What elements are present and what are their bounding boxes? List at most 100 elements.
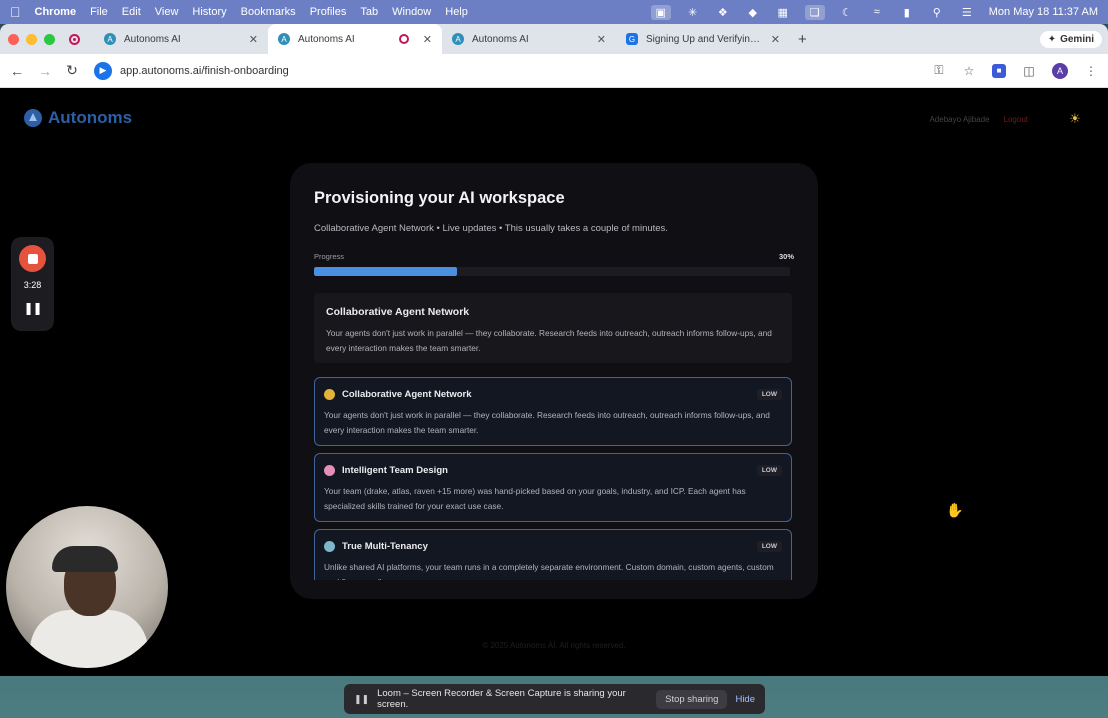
puzzle-extensions-icon[interactable]: ◫ bbox=[1022, 64, 1036, 78]
progress-bar-fill bbox=[314, 267, 457, 276]
tab-title: Autonoms AI bbox=[124, 33, 181, 45]
gemini-spark-icon: ✦ bbox=[1047, 33, 1057, 45]
window-switch-icon[interactable]: ❏ bbox=[804, 4, 825, 20]
forward-arrow-icon[interactable]: → bbox=[38, 63, 52, 79]
current-step-body: Your agents don't just work in parallel … bbox=[326, 328, 772, 353]
sparkle-icon[interactable]: ✳ bbox=[685, 6, 701, 19]
tab-autonoms-3[interactable]: A Autonoms AI ✕ bbox=[442, 24, 616, 54]
priority-badge: LOW bbox=[756, 541, 782, 552]
feature-title: Intelligent Team Design bbox=[342, 465, 448, 476]
feature-list[interactable]: Collaborative Agent Network LOW Your age… bbox=[314, 377, 792, 580]
recording-tab-icon[interactable] bbox=[69, 33, 80, 45]
menu-file[interactable]: File bbox=[90, 6, 108, 18]
shield-icon[interactable]: ◆ bbox=[745, 6, 761, 19]
back-arrow-icon[interactable]: ← bbox=[10, 63, 24, 79]
menu-edit[interactable]: Edit bbox=[122, 6, 141, 18]
logout-link[interactable]: Logout bbox=[1004, 115, 1028, 124]
reload-icon[interactable]: ↻ bbox=[66, 62, 78, 79]
slack-icon[interactable]: ❖ bbox=[715, 6, 731, 19]
site-info-icon[interactable]: ▶ bbox=[94, 61, 112, 80]
hand-cursor-icon: ✋ bbox=[946, 502, 964, 518]
zoom-window-button[interactable] bbox=[44, 33, 55, 45]
profile-avatar[interactable]: A bbox=[1052, 62, 1068, 79]
menu-help[interactable]: Help bbox=[445, 6, 468, 18]
progress-header: Progress 30% bbox=[314, 252, 794, 261]
battery-icon[interactable]: ▮ bbox=[899, 6, 915, 19]
progress-label: Progress bbox=[314, 252, 345, 261]
menu-clock[interactable]: Mon May 18 11:37 AM bbox=[989, 6, 1098, 18]
sun-theme-toggle-icon[interactable]: ☀ bbox=[1066, 110, 1084, 128]
brand[interactable]: Autonoms bbox=[24, 108, 132, 128]
feature-card: Intelligent Team Design LOW Your team (d… bbox=[314, 453, 792, 522]
grid-icon[interactable]: ▦ bbox=[775, 6, 791, 19]
menu-history[interactable]: History bbox=[192, 6, 226, 18]
close-icon[interactable]: ✕ bbox=[423, 33, 432, 46]
menu-profiles[interactable]: Profiles bbox=[310, 6, 347, 18]
close-icon[interactable]: ✕ bbox=[771, 33, 780, 46]
webcam-person-cap bbox=[52, 546, 118, 572]
page-footer: © 2025 Autonoms AI. All rights reserved. bbox=[482, 641, 626, 650]
feature-description: Your agents don't just work in parallel … bbox=[324, 410, 770, 435]
page-subtitle: Collaborative Agent Network • Live updat… bbox=[314, 223, 668, 234]
close-icon[interactable]: ✕ bbox=[249, 33, 258, 46]
menu-view[interactable]: View bbox=[155, 6, 179, 18]
document-favicon-icon: G bbox=[626, 33, 638, 45]
close-icon[interactable]: ✕ bbox=[597, 33, 606, 46]
user-name: Adebayo Ajibade bbox=[929, 115, 990, 124]
feature-description: Your team (drake, atlas, raven +15 more)… bbox=[324, 486, 746, 511]
webcam-person-body bbox=[30, 610, 148, 668]
autonoms-favicon-icon: A bbox=[452, 33, 464, 45]
tab-strip: A Autonoms AI ✕ A Autonoms AI ✕ A Autono… bbox=[0, 24, 1108, 54]
gemini-button[interactable]: ✦ Gemini bbox=[1039, 30, 1102, 48]
autonoms-logo-icon bbox=[24, 109, 42, 127]
recording-indicator-icon bbox=[398, 34, 409, 44]
menu-window[interactable]: Window bbox=[392, 6, 431, 18]
menu-bookmarks[interactable]: Bookmarks bbox=[241, 6, 296, 18]
kebab-menu-icon[interactable]: ⋮ bbox=[1084, 64, 1098, 78]
tab-title: Autonoms AI bbox=[298, 33, 355, 45]
screen-share-bar: ❚❚ Loom – Screen Recorder & Screen Captu… bbox=[344, 684, 765, 714]
window-controls bbox=[8, 33, 55, 45]
feature-title: Collaborative Agent Network bbox=[342, 389, 472, 400]
apple-icon[interactable]:  bbox=[10, 5, 21, 19]
hide-share-bar-button[interactable]: Hide bbox=[735, 694, 755, 705]
provisioning-card: Provisioning your AI workspace Collabora… bbox=[290, 163, 818, 599]
progress-bar bbox=[314, 267, 790, 276]
progress-percent: 30% bbox=[778, 252, 794, 261]
tab-autonoms-2[interactable]: A Autonoms AI ✕ bbox=[268, 24, 442, 54]
recording-timer: 3:28 bbox=[23, 280, 42, 290]
tab-title: Signing Up and Verifying Yo... bbox=[646, 33, 763, 45]
stop-recording-button[interactable] bbox=[19, 245, 46, 272]
wifi-icon[interactable]: ≈ bbox=[869, 6, 885, 18]
current-step-title: Collaborative Agent Network bbox=[326, 306, 470, 318]
menu-app-name[interactable]: Chrome bbox=[35, 6, 77, 18]
screen-record-icon[interactable]: ▣ bbox=[650, 4, 671, 20]
tab-autonoms-1[interactable]: A Autonoms AI ✕ bbox=[94, 24, 268, 54]
brain-icon bbox=[324, 465, 335, 476]
new-tab-icon[interactable]: + bbox=[798, 31, 807, 48]
priority-badge: LOW bbox=[756, 389, 782, 400]
autonoms-favicon-icon: A bbox=[104, 33, 116, 45]
control-center-icon[interactable]: ☰ bbox=[959, 6, 975, 19]
feature-card: Collaborative Agent Network LOW Your age… bbox=[314, 377, 792, 446]
password-key-icon[interactable]: ⚿ bbox=[932, 63, 946, 78]
bookmark-star-icon[interactable]: ☆ bbox=[962, 64, 976, 78]
priority-badge: LOW bbox=[756, 465, 782, 476]
pause-icon[interactable]: ❚❚ bbox=[23, 301, 42, 315]
webcam-bubble[interactable] bbox=[6, 506, 168, 668]
browser-toolbar: ← → ↻ ▶ app.autonoms.ai/finish-onboardin… bbox=[0, 54, 1108, 88]
tab-signing-up[interactable]: G Signing Up and Verifying Yo... ✕ bbox=[616, 24, 790, 54]
page-title: Provisioning your AI workspace bbox=[314, 189, 565, 207]
menu-tab[interactable]: Tab bbox=[360, 6, 378, 18]
close-window-button[interactable] bbox=[8, 33, 19, 45]
moon-icon[interactable]: ☾ bbox=[839, 6, 855, 19]
globe-icon bbox=[324, 541, 335, 552]
url-text[interactable]: app.autonoms.ai/finish-onboarding bbox=[120, 65, 289, 77]
minimize-window-button[interactable] bbox=[26, 33, 37, 45]
extension-icon[interactable]: ■ bbox=[992, 63, 1006, 78]
feature-card: True Multi-Tenancy LOW Unlike shared AI … bbox=[314, 529, 792, 580]
gemini-label: Gemini bbox=[1060, 33, 1094, 45]
address-bar[interactable]: ▶ app.autonoms.ai/finish-onboarding bbox=[94, 61, 916, 80]
stop-sharing-button[interactable]: Stop sharing bbox=[656, 689, 728, 709]
search-icon[interactable]: ⚲ bbox=[929, 6, 945, 19]
